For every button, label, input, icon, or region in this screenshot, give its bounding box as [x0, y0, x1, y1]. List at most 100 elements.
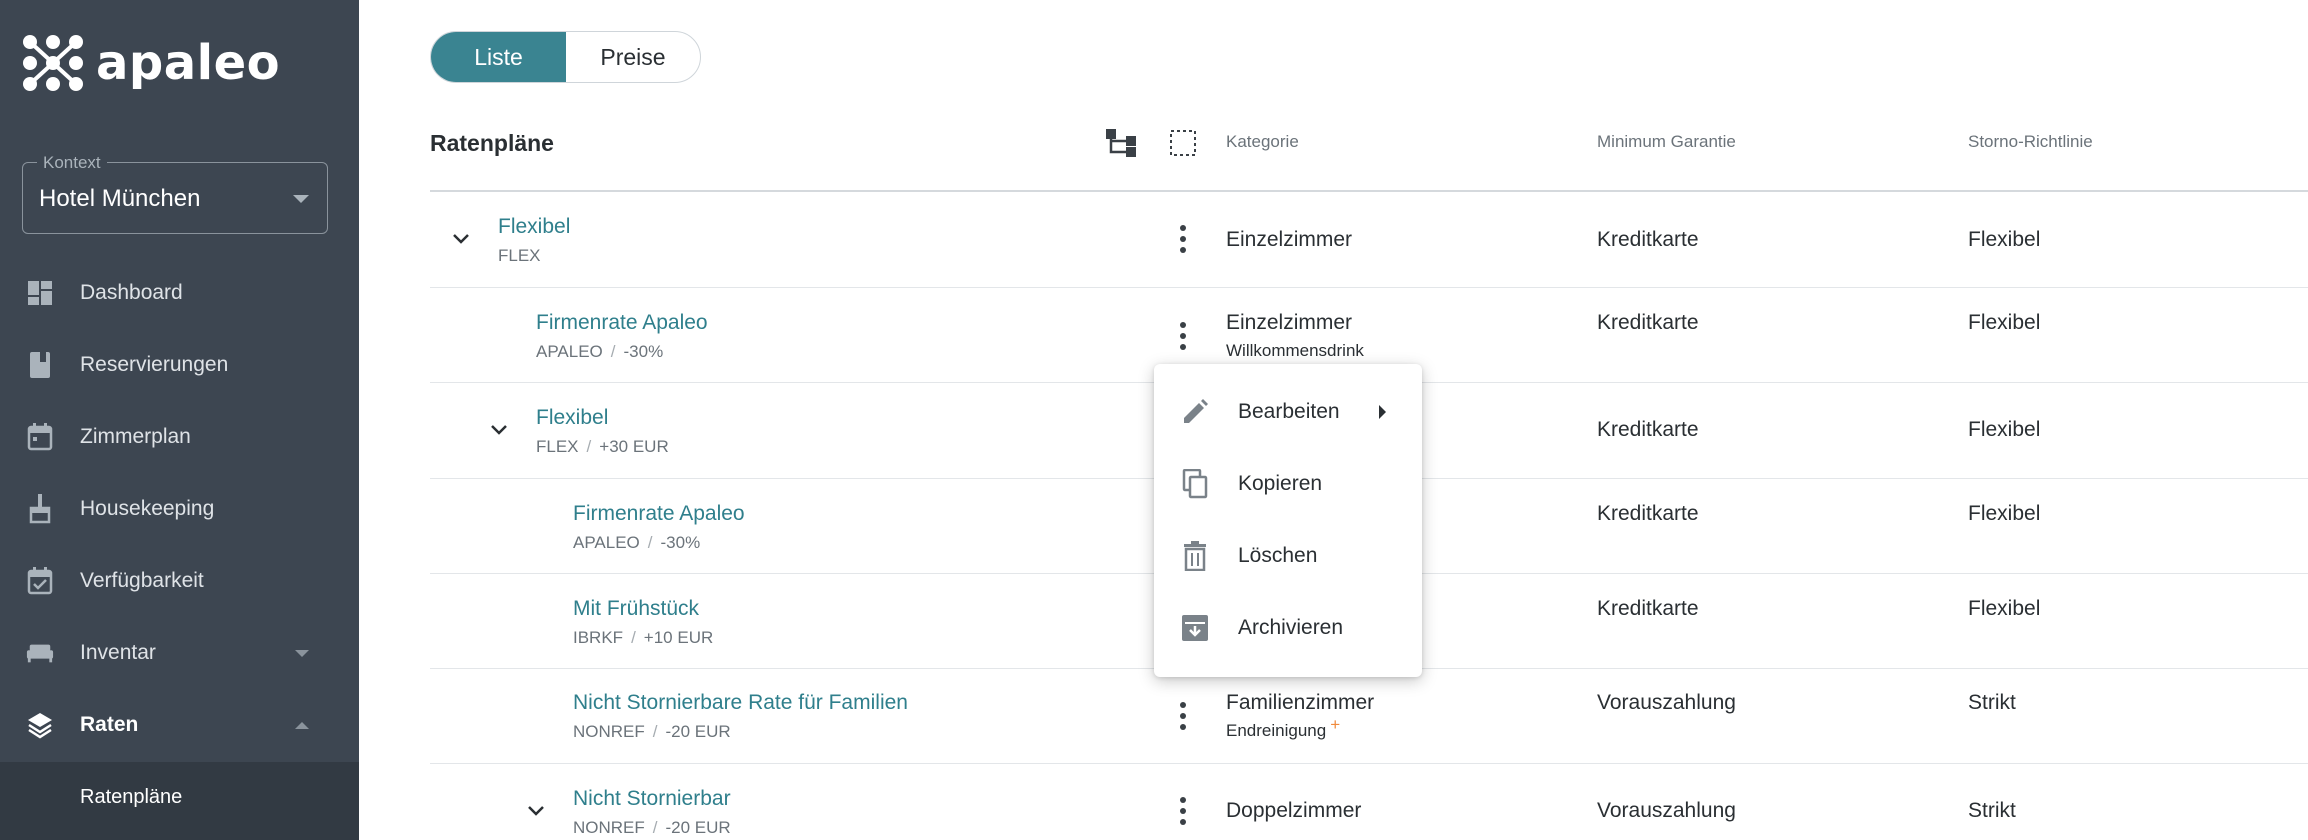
book-icon [26, 351, 54, 379]
more-vert-icon[interactable] [1178, 225, 1188, 253]
logo-text: apaleo [96, 35, 281, 91]
nav-item-dashboard[interactable]: Dashboard [0, 257, 359, 329]
menu-item-label: Kopieren [1238, 472, 1323, 495]
select-all-icon[interactable] [1169, 129, 1197, 162]
rate-plan-name[interactable]: Flexibel [498, 215, 570, 239]
column-header-minimum-garantie[interactable]: Minimum Garantie [1597, 132, 1736, 152]
archive-icon [1180, 613, 1210, 643]
trash-icon [1180, 541, 1210, 571]
cell-storno: Flexibel [1968, 502, 2041, 525]
cell-garantie: Kreditkarte [1597, 228, 1699, 251]
cell-kategorie: Einzelzimmer [1226, 228, 1353, 251]
column-header-kategorie[interactable]: Kategorie [1226, 132, 1299, 152]
cell-garantie: Vorauszahlung [1597, 799, 1736, 822]
rate-plan-name[interactable]: Firmenrate Apaleo [536, 311, 708, 335]
cell-storno: Flexibel [1968, 418, 2041, 441]
nav-item-ratenplaene[interactable]: Ratenpläne [0, 762, 359, 840]
rate-plan-code: FLEX [498, 246, 541, 265]
cell-garantie: Kreditkarte [1597, 502, 1699, 525]
rate-plan-name[interactable]: Flexibel [536, 406, 608, 430]
menu-item-archivieren[interactable]: Archivieren [1154, 592, 1422, 664]
caret-down-icon [295, 649, 309, 657]
more-vert-icon[interactable] [1178, 702, 1188, 730]
context-value: Hotel München [39, 185, 201, 212]
chevron-down-icon[interactable] [451, 232, 471, 246]
cell-garantie: Vorauszahlung [1597, 691, 1736, 714]
logo-dots-icon [23, 35, 83, 91]
view-toggle: Liste Preise [430, 31, 701, 83]
hierarchy-icon[interactable] [1105, 128, 1137, 163]
cell-kategorie: Familienzimmer [1226, 691, 1375, 714]
rate-plan-code: FLEX / +30 EUR [536, 437, 669, 456]
nav-label: Verfügbarkeit [80, 569, 204, 592]
dashboard-icon [26, 279, 54, 307]
menu-item-kopieren[interactable]: Kopieren [1154, 448, 1422, 520]
cell-garantie: Kreditkarte [1597, 418, 1699, 441]
more-vert-icon[interactable] [1178, 797, 1188, 825]
apaleo-logo[interactable]: apaleo [22, 34, 280, 92]
cell-storno: Flexibel [1968, 228, 2041, 251]
nav-item-reservierungen[interactable]: Reservierungen [0, 329, 359, 401]
chevron-down-icon[interactable] [489, 423, 509, 437]
toggle-preise[interactable]: Preise [566, 32, 700, 82]
rate-plan-code: IBRKF / +10 EUR [573, 628, 714, 647]
menu-item-label: Löschen [1238, 544, 1318, 567]
row-divider [430, 763, 2308, 764]
list-title: Ratenpläne [430, 130, 554, 156]
rate-plan-code: NONREF / -20 EUR [573, 722, 731, 741]
nav-item-verfuegbarkeit[interactable]: Verfügbarkeit [0, 545, 359, 617]
menu-item-loeschen[interactable]: Löschen [1154, 520, 1422, 592]
caret-up-icon [295, 721, 309, 729]
nav-item-housekeeping[interactable]: Housekeeping [0, 473, 359, 545]
plus-badge: + [1330, 715, 1341, 734]
menu-item-label: Bearbeiten [1238, 400, 1340, 423]
nav-label: Dashboard [80, 281, 183, 304]
nav-label: Housekeeping [80, 497, 215, 520]
cell-storno: Flexibel [1968, 311, 2041, 334]
sidebar: apaleo Kontext Hotel München Dashboard R… [0, 0, 359, 840]
pencil-icon [1180, 397, 1210, 427]
menu-item-label: Archivieren [1238, 616, 1344, 639]
cell-garantie: Kreditkarte [1597, 597, 1699, 620]
cell-storno: Strikt [1968, 799, 2016, 822]
row-divider [430, 287, 2308, 288]
layers-icon [26, 711, 54, 739]
broom-icon [26, 494, 54, 524]
rate-plan-name[interactable]: Nicht Stornierbare Rate für Familien [573, 691, 908, 715]
rate-plan-name[interactable]: Firmenrate Apaleo [573, 502, 745, 526]
submenu-arrow-icon [1379, 405, 1386, 419]
rate-plan-name[interactable]: Mit Frühstück [573, 597, 699, 621]
cell-garantie: Kreditkarte [1597, 311, 1699, 334]
row-context-menu: Bearbeiten Kopieren Löschen Archivieren [1154, 364, 1422, 677]
column-header-storno-richtlinie[interactable]: Storno-Richtlinie [1968, 132, 2093, 152]
cell-storno: Strikt [1968, 691, 2016, 714]
rate-plan-code: APALEO / -30% [573, 533, 701, 552]
cell-kategorie: Einzelzimmer [1226, 311, 1353, 334]
calendar-icon [26, 423, 54, 451]
toggle-liste[interactable]: Liste [431, 32, 566, 82]
cell-extra: Endreinigung + [1226, 715, 1341, 740]
context-label: Kontext [37, 153, 107, 173]
cell-kategorie: Doppelzimmer [1226, 799, 1362, 822]
nav-item-inventar[interactable]: Inventar [0, 617, 359, 689]
nav-label: Zimmerplan [80, 425, 191, 448]
subnav-label: Ratenpläne [80, 786, 183, 808]
more-vert-icon[interactable] [1178, 322, 1188, 350]
cell-storno: Flexibel [1968, 597, 2041, 620]
chevron-down-icon[interactable] [526, 804, 546, 818]
copy-icon [1180, 469, 1210, 499]
cell-extra: Willkommensdrink [1226, 341, 1364, 360]
rate-plan-name[interactable]: Nicht Stornierbar [573, 787, 731, 811]
header-divider [430, 190, 2308, 192]
nav-item-zimmerplan[interactable]: Zimmerplan [0, 401, 359, 473]
nav-item-raten[interactable]: Raten [0, 689, 359, 761]
bed-icon [26, 639, 54, 667]
rate-plan-code: NONREF / -20 EUR [573, 818, 731, 837]
calendar-check-icon [26, 567, 54, 595]
nav-label: Raten [80, 713, 139, 736]
context-select[interactable]: Kontext Hotel München [22, 153, 328, 234]
nav-label: Reservierungen [80, 353, 229, 376]
nav-label: Inventar [80, 641, 156, 664]
menu-item-bearbeiten[interactable]: Bearbeiten [1154, 376, 1422, 448]
caret-down-icon [293, 195, 309, 203]
